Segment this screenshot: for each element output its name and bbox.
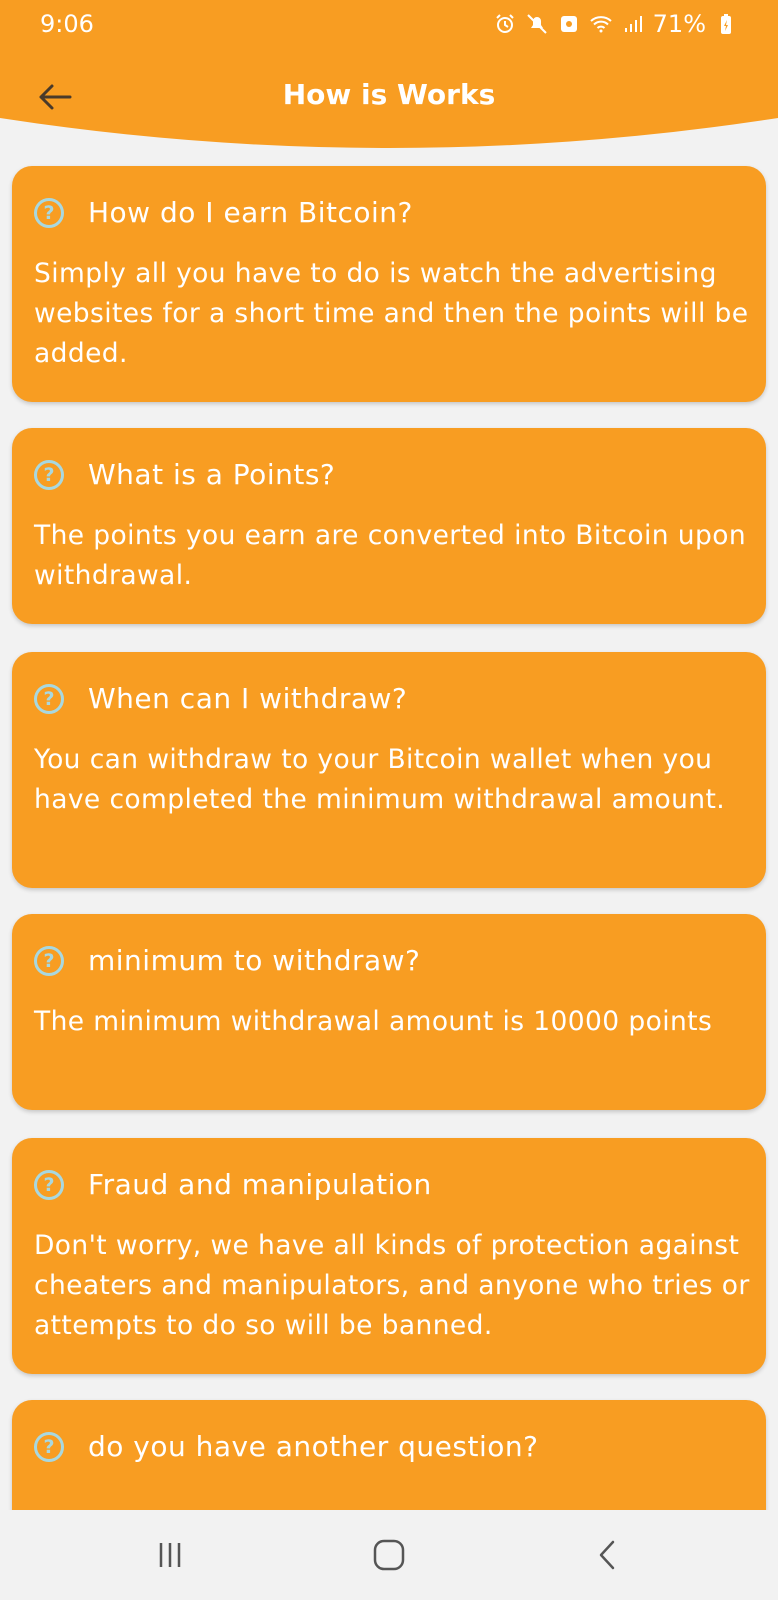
wifi-icon — [589, 12, 613, 36]
faq-card: ? How do I earn Bitcoin? Simply all you … — [12, 166, 766, 402]
faq-card: ? When can I withdraw? You can withdraw … — [12, 652, 766, 888]
question-icon: ? — [34, 1431, 64, 1462]
recent-apps-icon — [159, 1543, 181, 1567]
question-icon: ? — [34, 197, 64, 228]
faq-question: What is a Points? — [88, 458, 336, 491]
status-time: 9:06 — [40, 10, 94, 38]
faq-question-row: ? minimum to withdraw? — [34, 944, 420, 977]
question-icon: ? — [34, 459, 64, 490]
faq-list[interactable]: ? How do I earn Bitcoin? Simply all you … — [0, 150, 778, 1510]
faq-answer: Don't worry, we have all kinds of protec… — [34, 1230, 750, 1341]
faq-card: ? do you have another question? — [12, 1400, 766, 1510]
faq-question: Fraud and manipulation — [88, 1168, 432, 1201]
nav-back-button[interactable] — [582, 1530, 632, 1580]
faq-question: minimum to withdraw? — [88, 944, 421, 977]
signal-icon — [621, 12, 645, 36]
faq-question-row: ? do you have another question? — [34, 1430, 538, 1463]
page-title: How is Works — [282, 78, 496, 111]
notification-icon — [557, 12, 581, 36]
home-button[interactable] — [364, 1530, 414, 1580]
question-icon: ? — [34, 945, 64, 976]
status-icons: 71% — [493, 10, 738, 38]
system-nav-bar — [0, 1510, 778, 1600]
faq-question: How do I earn Bitcoin? — [88, 196, 413, 229]
battery-text: 71% — [652, 10, 706, 38]
faq-question-row: ? How do I earn Bitcoin? — [34, 196, 413, 229]
faq-answer: The minimum withdrawal amount is 10000 p… — [34, 1006, 713, 1037]
app-header: How is Works — [0, 50, 778, 150]
faq-card: ? What is a Points? The points you earn … — [12, 428, 766, 624]
battery-charging-icon — [714, 12, 738, 36]
faq-answer: The points you earn are converted into B… — [34, 520, 747, 591]
faq-answer: Simply all you have to do is watch the a… — [34, 258, 749, 369]
faq-question-row: ? What is a Points? — [34, 458, 335, 491]
faq-question: When can I withdraw? — [88, 682, 408, 715]
faq-question-row: ? When can I withdraw? — [34, 682, 407, 715]
faq-answer: You can withdraw to your Bitcoin wallet … — [34, 744, 726, 815]
recent-apps-button[interactable] — [145, 1530, 195, 1580]
faq-card: ? Fraud and manipulation Don't worry, we… — [12, 1138, 766, 1374]
status-bar: 9:06 71% — [0, 0, 778, 50]
faq-card: ? minimum to withdraw? The minimum withd… — [12, 914, 766, 1110]
mute-icon — [525, 12, 549, 36]
home-icon — [373, 1539, 405, 1571]
faq-question: do you have another question? — [88, 1430, 539, 1463]
alarm-icon — [493, 12, 517, 36]
question-icon: ? — [34, 1169, 64, 1200]
faq-question-row: ? Fraud and manipulation — [34, 1168, 432, 1201]
question-icon: ? — [34, 683, 64, 714]
back-icon — [599, 1540, 615, 1570]
